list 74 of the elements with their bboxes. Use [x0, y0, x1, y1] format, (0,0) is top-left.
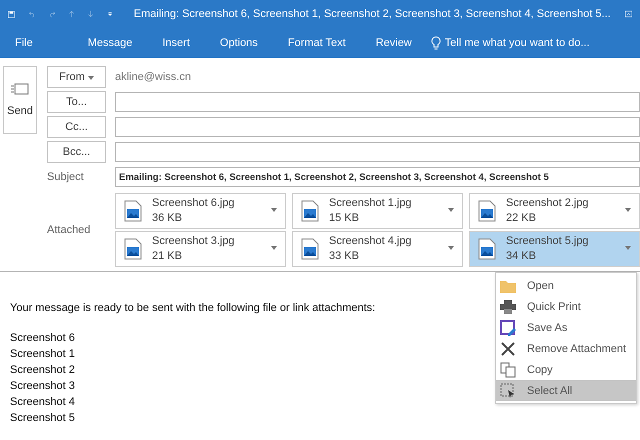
body-line: Screenshot 4 [10, 395, 75, 410]
attached-label: Attached [47, 224, 92, 236]
recipient-button[interactable]: Cc... [47, 116, 106, 138]
select-all-icon [500, 382, 516, 398]
subject-label: Subject [47, 171, 85, 183]
menu-item[interactable]: Quick Print [496, 296, 636, 317]
file-size: 21 KB [152, 249, 183, 264]
envelope-icon [11, 83, 29, 95]
file-name: Screenshot 3.jpg [152, 234, 235, 249]
attachment-item[interactable]: Screenshot 5.jpg 34 KB [469, 231, 640, 267]
file-size: 33 KB [329, 249, 360, 264]
menu-item[interactable]: Save As [496, 317, 636, 338]
ribbon-tab[interactable]: File [0, 37, 73, 49]
recipient-button[interactable]: Bcc... [47, 141, 106, 163]
dropdown-caret-icon [88, 76, 94, 80]
menu-item[interactable]: Remove Attachment [496, 338, 636, 359]
image-file-icon [124, 238, 142, 260]
file-name: Screenshot 6.jpg [152, 196, 235, 211]
ribbon-tab[interactable]: Format Text [272, 37, 361, 49]
attachment-item[interactable]: Screenshot 1.jpg 15 KB [292, 193, 463, 229]
input-field[interactable] [115, 142, 640, 162]
attachment-item[interactable]: Screenshot 4.jpg 33 KB [292, 231, 463, 267]
image-file-icon [478, 238, 496, 260]
recipient-button[interactable]: To... [47, 91, 106, 113]
input-field[interactable] [115, 117, 640, 137]
body-line: Screenshot 5 [10, 411, 75, 426]
attachment-item[interactable]: Screenshot 6.jpg 36 KB [115, 193, 286, 229]
file-name: Screenshot 1.jpg [329, 196, 412, 211]
file-size: 22 KB [506, 211, 537, 226]
body-line: Screenshot 1 [10, 347, 75, 362]
save-icon [500, 320, 516, 336]
image-file-icon [301, 238, 319, 260]
from-button[interactable]: From [47, 66, 106, 88]
file-name: Screenshot 2.jpg [506, 196, 589, 211]
body-line: Screenshot 2 [10, 363, 75, 378]
window-title: Emailing: Screenshot 6, Screenshot 1, Screenshot 2, Screenshot 3, Screenshot 4, Screenshot 5... [134, 8, 611, 20]
file-name: Screenshot 5.jpg [506, 234, 589, 249]
menu-item[interactable]: Copy [496, 359, 636, 380]
subject-field[interactable]: Emailing: Screenshot 6, Screenshot 1, Screenshot 2, Screenshot 3, Screenshot 4, Screenshot 5 [115, 167, 640, 187]
send-button[interactable]: Send [3, 66, 37, 134]
file-name: Screenshot 4.jpg [329, 234, 412, 249]
printer-icon [500, 300, 516, 314]
lightbulb-icon [430, 36, 441, 50]
copy-icon [500, 362, 516, 378]
tell-me-search[interactable]: Tell me what you want to do... [444, 37, 590, 49]
dropdown-caret-icon[interactable] [625, 246, 631, 250]
body-message: Your message is ready to be sent with the following file or link attachments: [10, 301, 376, 316]
image-file-icon [124, 200, 142, 222]
customize-icon[interactable] [108, 10, 112, 18]
attachment-item[interactable]: Screenshot 2.jpg 22 KB [469, 193, 640, 229]
ribbon-display-icon[interactable] [624, 8, 632, 20]
menu-item[interactable]: Select All [496, 380, 636, 401]
attachment-item[interactable]: Screenshot 3.jpg 21 KB [115, 231, 286, 267]
file-size: 36 KB [152, 211, 183, 226]
dropdown-caret-icon[interactable] [271, 208, 277, 212]
from-address: akline@wiss.cn [115, 71, 191, 83]
file-size: 15 KB [329, 211, 360, 226]
file-size: 34 KB [506, 249, 537, 264]
folder-icon [500, 278, 516, 292]
dropdown-caret-icon[interactable] [448, 208, 454, 212]
dropdown-caret-icon[interactable] [448, 246, 454, 250]
dropdown-caret-icon[interactable] [625, 208, 631, 212]
input-field[interactable] [115, 92, 640, 112]
close-icon [500, 342, 516, 356]
body-line: Screenshot 6 [10, 331, 75, 346]
ribbon-tab[interactable]: Insert [147, 37, 205, 49]
dropdown-caret-icon[interactable] [271, 246, 277, 250]
ribbon-tab[interactable]: Options [204, 37, 273, 49]
ribbon-tab[interactable]: Message [72, 37, 148, 49]
image-file-icon [478, 200, 496, 222]
menu-item[interactable]: Open [496, 275, 636, 296]
body-line: Screenshot 3 [10, 379, 75, 394]
image-file-icon [301, 200, 319, 222]
ribbon-tab[interactable]: Review [360, 37, 427, 49]
